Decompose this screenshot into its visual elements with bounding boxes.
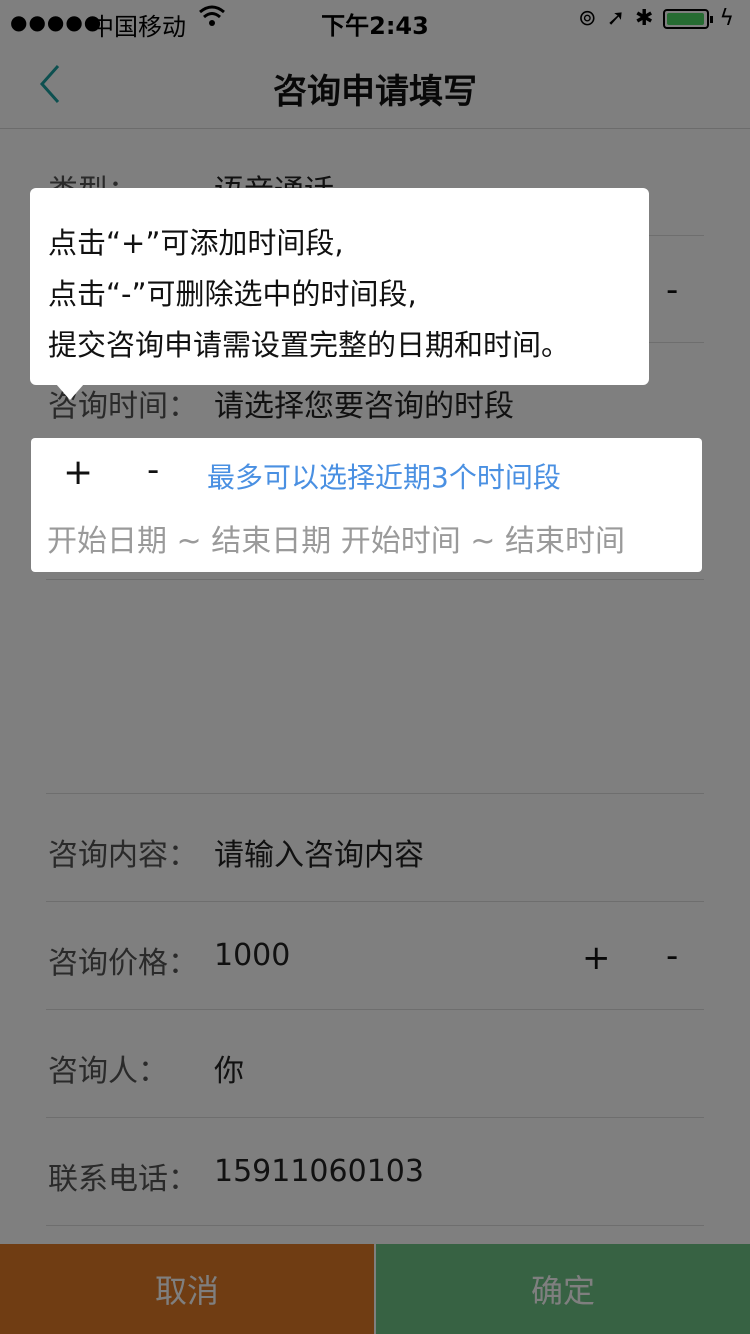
- timeslot-range[interactable]: 开始日期 ~ 结束日期 开始时间 ~ 结束时间: [47, 516, 625, 560]
- time-picker-card-highlight: + - 最多可以选择近期3个时间段 开始日期 ~ 结束日期 开始时间 ~ 结束时…: [31, 438, 702, 572]
- remove-timeslot-button[interactable]: -: [147, 450, 159, 490]
- tooltip-line: 点击“+”可添加时间段,: [48, 226, 344, 260]
- guide-tooltip: 点击“+”可添加时间段, 点击“-”可删除选中的时间段, 提交咨询申请需设置完整…: [30, 188, 649, 385]
- tooltip-line: 提交咨询申请需设置完整的日期和时间。: [48, 328, 571, 362]
- add-timeslot-button[interactable]: +: [63, 452, 93, 493]
- tooltip-arrow: [56, 384, 84, 400]
- timeslot-hint: 最多可以选择近期3个时间段: [207, 461, 561, 494]
- tooltip-line: 点击“-”可删除选中的时间段,: [48, 277, 417, 311]
